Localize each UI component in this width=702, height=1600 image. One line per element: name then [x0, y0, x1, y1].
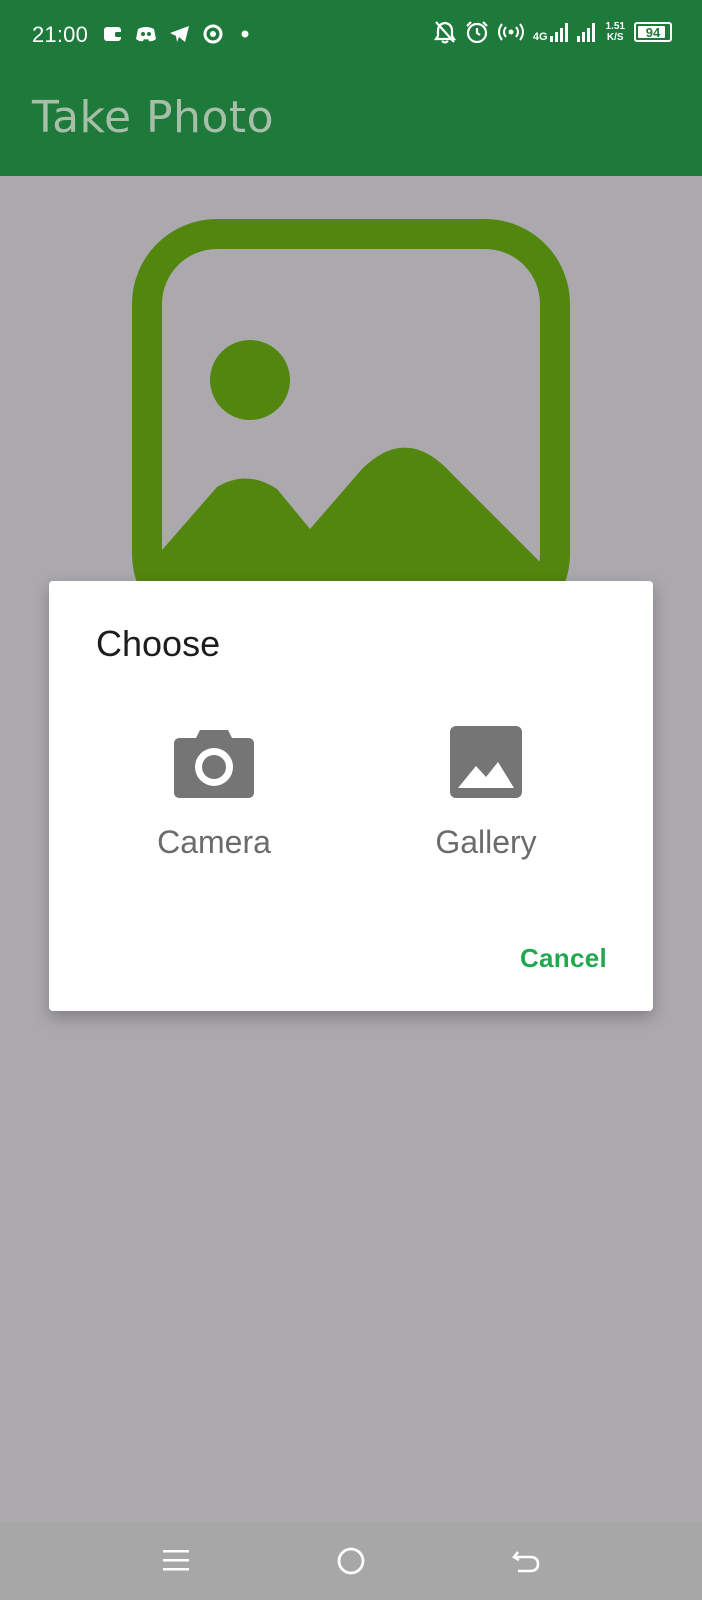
signal-4g-icon: 4G	[532, 22, 568, 43]
choose-dialog: Choose Camera Gallery Cancel	[49, 581, 653, 1011]
status-time: 21:00	[32, 22, 89, 47]
camera-label: Camera	[157, 824, 271, 860]
camera-icon	[114, 726, 314, 798]
discord-icon	[135, 25, 157, 43]
back-icon[interactable]	[512, 1546, 542, 1576]
network-type: 4G	[532, 31, 548, 43]
net-speed-value: 1.51	[605, 21, 625, 32]
app-bar: Take Photo	[0, 72, 702, 176]
alarm-icon	[465, 20, 489, 44]
gallery-option[interactable]: Gallery	[386, 726, 586, 861]
gallery-label: Gallery	[435, 824, 537, 860]
status-bar: 21:00 4G 1.51 K/S 94	[0, 0, 702, 72]
dot-icon	[235, 29, 255, 39]
hotspot-icon	[497, 22, 524, 42]
gallery-icon	[386, 726, 586, 798]
net-speed-unit: K/S	[606, 32, 624, 43]
cancel-button[interactable]: Cancel	[520, 943, 607, 974]
camera-option[interactable]: Camera	[114, 726, 314, 861]
location-icon	[203, 24, 223, 44]
net-speed: 1.51 K/S	[606, 21, 625, 43]
navigation-bar	[0, 1522, 702, 1600]
telegram-icon	[169, 25, 191, 43]
signal-icon	[576, 22, 597, 42]
image-placeholder-icon[interactable]	[132, 219, 570, 639]
page-title: Take Photo	[32, 92, 275, 143]
menu-icon[interactable]	[162, 1546, 190, 1574]
bell-off-icon	[433, 20, 456, 44]
home-icon[interactable]	[336, 1546, 366, 1576]
system-status-icons: 4G 1.51 K/S 94	[433, 20, 672, 44]
battery-level: 94	[645, 24, 661, 40]
wallet-icon	[103, 25, 123, 43]
notification-icons	[103, 24, 255, 44]
dialog-title: Choose	[96, 623, 221, 664]
battery-icon: 94	[634, 22, 672, 42]
